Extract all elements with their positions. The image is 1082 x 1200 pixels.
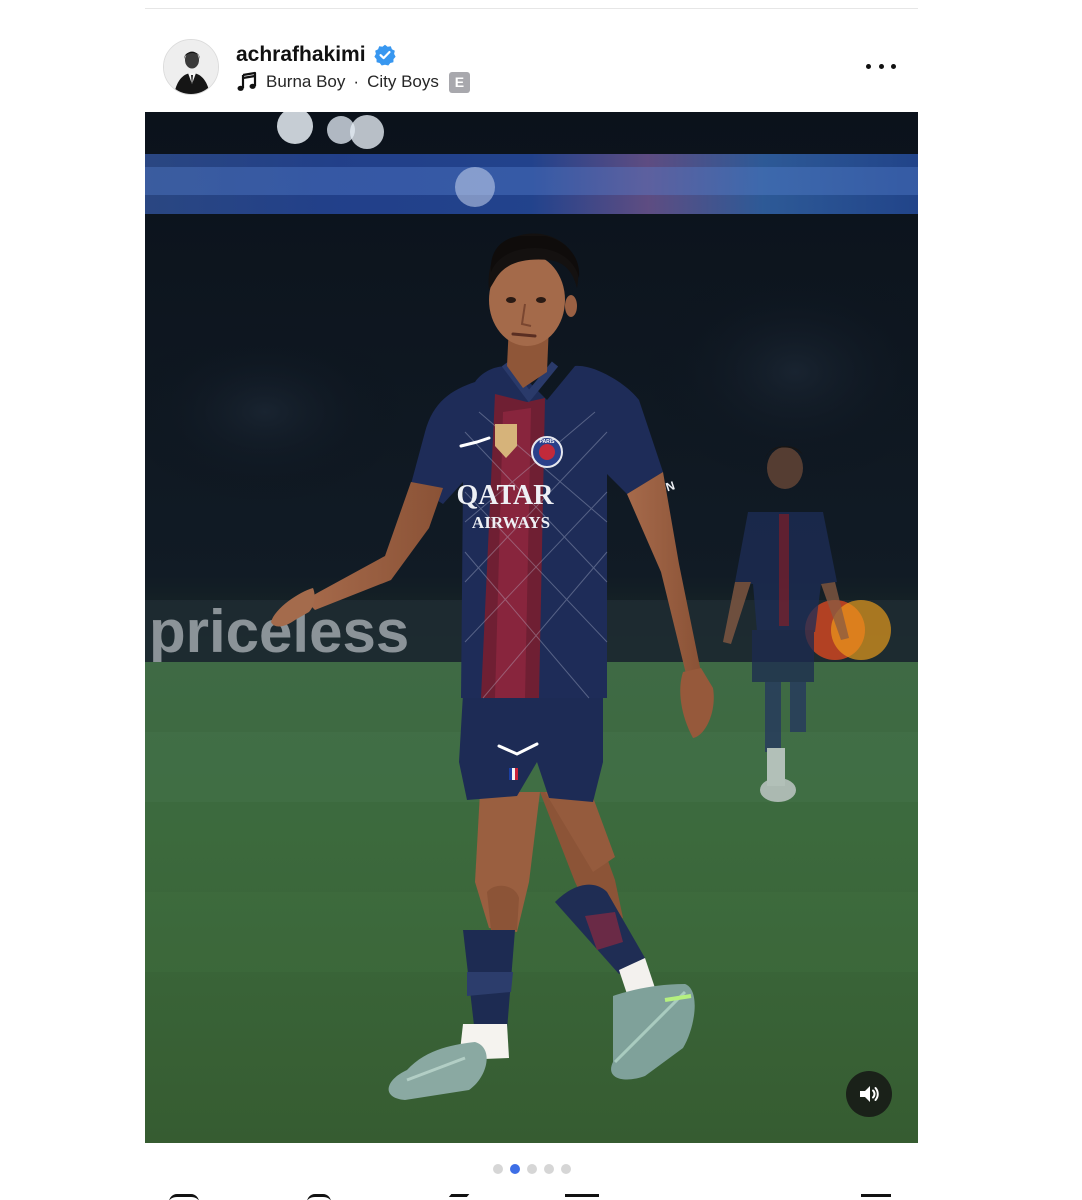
carousel-dot[interactable] <box>560 1164 571 1174</box>
avatar[interactable] <box>163 39 219 95</box>
jersey-sponsor-line1: QATAR <box>457 480 555 511</box>
speaker-icon[interactable] <box>846 1071 892 1117</box>
carousel-dot[interactable] <box>526 1164 537 1174</box>
post-media-image[interactable]: priceless PARIS QATAR AIRWAYS <box>145 112 918 1143</box>
more-options-icon[interactable] <box>866 54 896 78</box>
username-row: achrafhakimi <box>236 42 396 68</box>
like-icon[interactable] <box>169 1194 199 1200</box>
jersey-sponsor-line2: AIRWAYS <box>472 513 550 532</box>
comment-icon[interactable] <box>307 1194 331 1200</box>
explicit-badge: E <box>448 71 470 93</box>
music-note-icon <box>236 71 258 93</box>
message-icon[interactable] <box>565 1194 599 1200</box>
carousel-indicator <box>145 1162 918 1176</box>
instagram-post: achrafhakimi Burna Boy · City Boys E pri… <box>145 0 918 1200</box>
top-divider <box>145 8 918 9</box>
post-header: achrafhakimi Burna Boy · City Boys E <box>145 20 918 112</box>
carousel-dot[interactable] <box>492 1164 503 1174</box>
music-separator: · <box>353 72 360 91</box>
username[interactable]: achrafhakimi <box>236 43 366 67</box>
share-icon[interactable] <box>444 1194 470 1200</box>
music-info[interactable]: Burna Boy · City Boys E <box>236 70 470 94</box>
save-icon[interactable] <box>861 1194 891 1200</box>
action-bar <box>145 1192 918 1200</box>
club-badge-text: PARIS <box>540 439 556 445</box>
sponsor-board-text: priceless <box>149 598 409 665</box>
music-artist: Burna Boy <box>266 72 346 91</box>
music-track: City Boys <box>367 72 439 91</box>
carousel-dot[interactable] <box>543 1164 554 1174</box>
verified-badge-icon <box>373 44 396 66</box>
carousel-dot[interactable] <box>509 1164 520 1174</box>
